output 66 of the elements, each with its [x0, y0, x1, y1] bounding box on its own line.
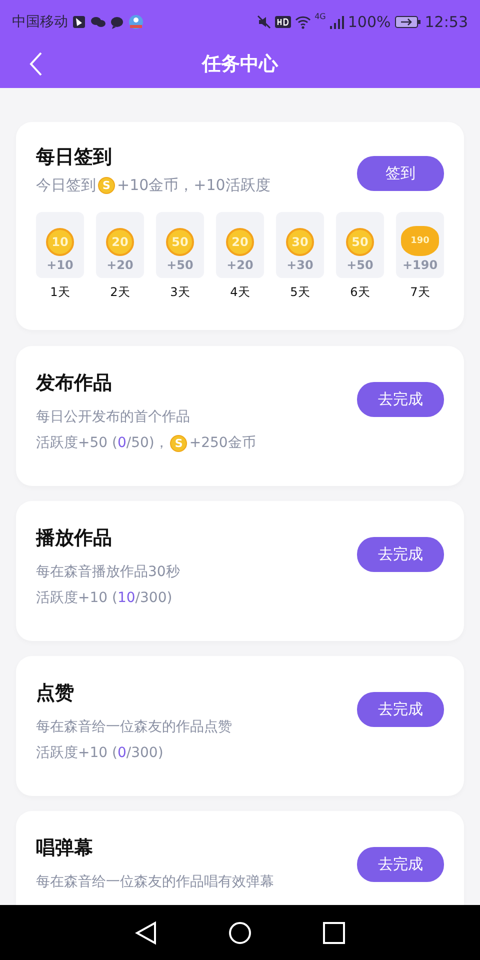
signal-icon	[330, 16, 344, 28]
sign-in-button[interactable]: 签到	[357, 156, 444, 191]
page-title: 任务中心	[202, 52, 278, 77]
progress-count: 0	[117, 745, 126, 761]
task-title: 唱弹幕	[36, 836, 94, 861]
progress-count: 0	[117, 435, 126, 451]
progress-text: 活跃度+50 (	[36, 434, 118, 452]
task-title: 点赞	[36, 681, 75, 706]
reward-amount: +50	[346, 258, 374, 272]
message-icon	[110, 16, 124, 28]
day-label: 5天	[290, 284, 310, 301]
coin-bag-icon: 190	[401, 226, 439, 256]
battery-icon	[394, 16, 421, 28]
progress-text: 活跃度+10 (	[36, 744, 118, 762]
day-label: 7天	[410, 284, 430, 301]
back-icon[interactable]	[135, 920, 158, 944]
complete-button[interactable]: 去完成	[357, 692, 444, 727]
reward-amount: +190	[402, 258, 438, 272]
home-icon[interactable]	[228, 920, 252, 944]
battery-percent: 100%	[348, 13, 391, 31]
reward-amount: +20	[106, 258, 134, 272]
coin-icon: S	[98, 177, 115, 194]
task-description: 每在森音给一位森友的作品点赞	[36, 718, 232, 736]
mute-icon	[256, 15, 271, 29]
coin-icon: 50	[346, 228, 374, 256]
reward-amount: +20	[226, 258, 254, 272]
app-icon	[72, 15, 86, 29]
coin-icon: 20	[226, 228, 254, 256]
reward-text: 今日签到	[36, 176, 96, 195]
progress-text: /50)，	[126, 434, 168, 452]
day-label: 3天	[170, 284, 190, 301]
task-title: 发布作品	[36, 371, 113, 396]
reward-amount: +50	[166, 258, 194, 272]
reward-text: +10金币，+10活跃度	[117, 176, 270, 195]
card-title: 每日签到	[36, 145, 113, 170]
task-description: 每在森音播放作品30秒	[36, 563, 180, 581]
wifi-icon	[294, 16, 311, 28]
coin-icon: 50	[166, 228, 194, 256]
task-title: 播放作品	[36, 526, 113, 551]
carrier-name: 中国移动	[12, 13, 68, 31]
day-label: 1天	[50, 284, 70, 301]
coin-icon: S	[170, 434, 188, 452]
reward-amount: +10	[46, 258, 74, 272]
complete-button[interactable]: 去完成	[357, 382, 444, 417]
reward-amount: +30	[286, 258, 314, 272]
app-icon	[128, 14, 144, 30]
day-label: 2天	[110, 284, 130, 301]
network-type: 4G	[314, 12, 326, 21]
progress-text: /300)	[126, 745, 164, 761]
day-label: 6天	[350, 284, 370, 301]
progress-text: /300)	[135, 590, 172, 606]
complete-button[interactable]: 去完成	[357, 537, 444, 572]
day-label: 4天	[230, 284, 250, 301]
progress-text: 活跃度+10 (	[36, 589, 118, 607]
task-description: 每日公开发布的首个作品	[36, 408, 191, 426]
chat-icon	[90, 16, 106, 28]
clock: 12:53	[424, 13, 468, 31]
coin-icon: 30	[286, 228, 314, 256]
progress-text: +250金币	[189, 434, 256, 452]
progress-count: 10	[117, 590, 136, 606]
recents-icon[interactable]	[322, 922, 345, 944]
hd-icon	[274, 16, 291, 28]
task-description: 每在森音给一位森友的作品唱有效弹幕	[36, 873, 274, 891]
coin-icon: 10	[46, 228, 74, 256]
complete-button[interactable]: 去完成	[357, 847, 444, 882]
coin-icon: 20	[106, 228, 134, 256]
